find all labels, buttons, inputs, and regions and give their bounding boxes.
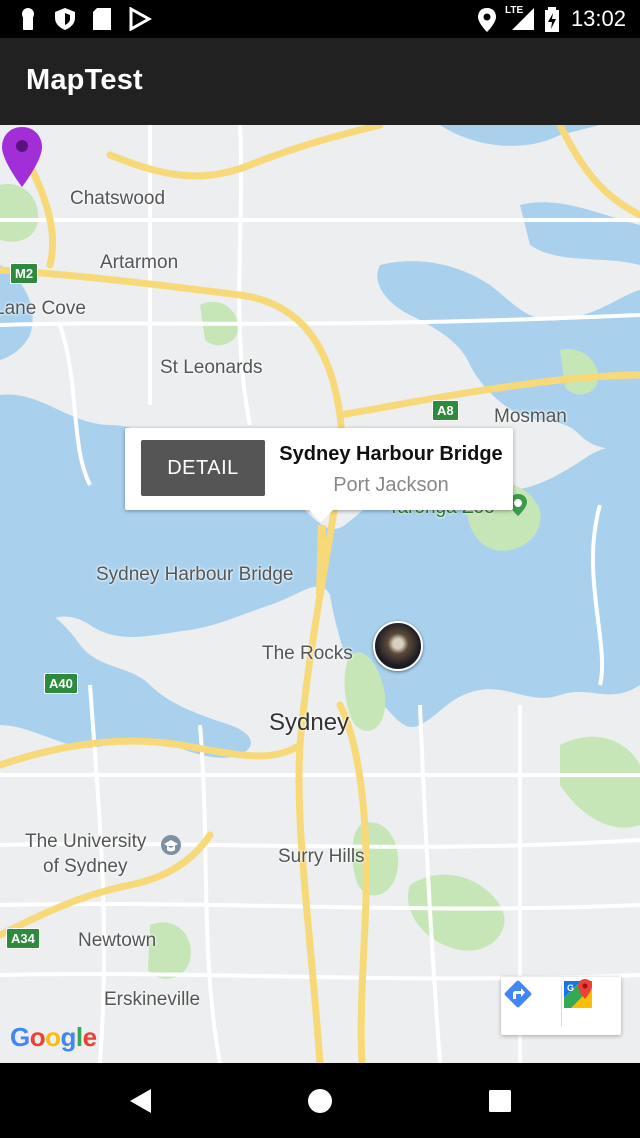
back-button[interactable]	[120, 1083, 160, 1119]
directions-icon	[504, 980, 532, 1008]
play-store-icon	[129, 7, 152, 31]
map-tiles	[0, 125, 640, 1063]
clock: 13:02	[570, 6, 626, 31]
place-label: Chatswood	[70, 188, 166, 209]
battery-icon	[545, 7, 559, 32]
recents-icon	[489, 1090, 511, 1112]
home-button[interactable]	[300, 1083, 340, 1119]
recents-button[interactable]	[480, 1083, 520, 1119]
status-bar: LTE 13:02	[0, 0, 640, 38]
place-label: The University	[25, 831, 147, 852]
map-toolbar: G	[501, 977, 621, 1035]
home-icon	[308, 1089, 332, 1113]
place-label: of Sydney	[43, 856, 128, 877]
svg-text:G: G	[567, 983, 574, 993]
place-label: Artarmon	[100, 252, 179, 273]
place-label: Sydney Harbour Bridge	[96, 564, 294, 585]
road-shield: A34	[6, 928, 40, 949]
app-bar: MapTest	[0, 38, 640, 125]
place-label: Mosman	[494, 406, 567, 427]
info-window-title: Sydney Harbour Bridge	[279, 443, 503, 465]
road-shield: A8	[432, 400, 459, 421]
back-icon	[130, 1089, 151, 1113]
navigation-bar	[0, 1063, 640, 1138]
info-window-subtitle: Port Jackson	[333, 474, 449, 496]
map-marker-icon[interactable]	[0, 125, 44, 189]
keyhole-icon	[22, 8, 34, 30]
photo-marker-icon[interactable]	[373, 621, 423, 671]
google-maps-icon: G	[564, 979, 592, 1008]
place-label: The Rocks	[262, 643, 353, 664]
place-label: Erskineville	[104, 989, 201, 1010]
app-title: MapTest	[26, 64, 143, 96]
info-window[interactable]: DETAIL Sydney Harbour Bridge Port Jackso…	[125, 428, 513, 522]
school-icon	[161, 835, 181, 855]
place-label: Newtown	[78, 930, 157, 951]
road-shield: A40	[44, 673, 78, 694]
open-in-maps-button[interactable]: G	[561, 977, 621, 1035]
directions-button[interactable]	[501, 977, 561, 1035]
shield-icon	[55, 8, 75, 30]
place-label: Surry Hills	[278, 846, 365, 867]
signal-icon	[512, 8, 534, 30]
sd-card-icon	[93, 8, 111, 30]
place-label: Sydney	[269, 709, 350, 736]
map-view[interactable]: Chatswood Artarmon Lane Cove St Leonards…	[0, 125, 640, 1063]
place-label: Lane Cove	[0, 298, 86, 319]
road-shield: M2	[10, 263, 39, 284]
detail-button[interactable]: DETAIL	[141, 440, 265, 496]
google-logo: Google	[10, 1022, 97, 1052]
location-icon	[478, 8, 496, 32]
place-label: St Leonards	[160, 357, 263, 378]
